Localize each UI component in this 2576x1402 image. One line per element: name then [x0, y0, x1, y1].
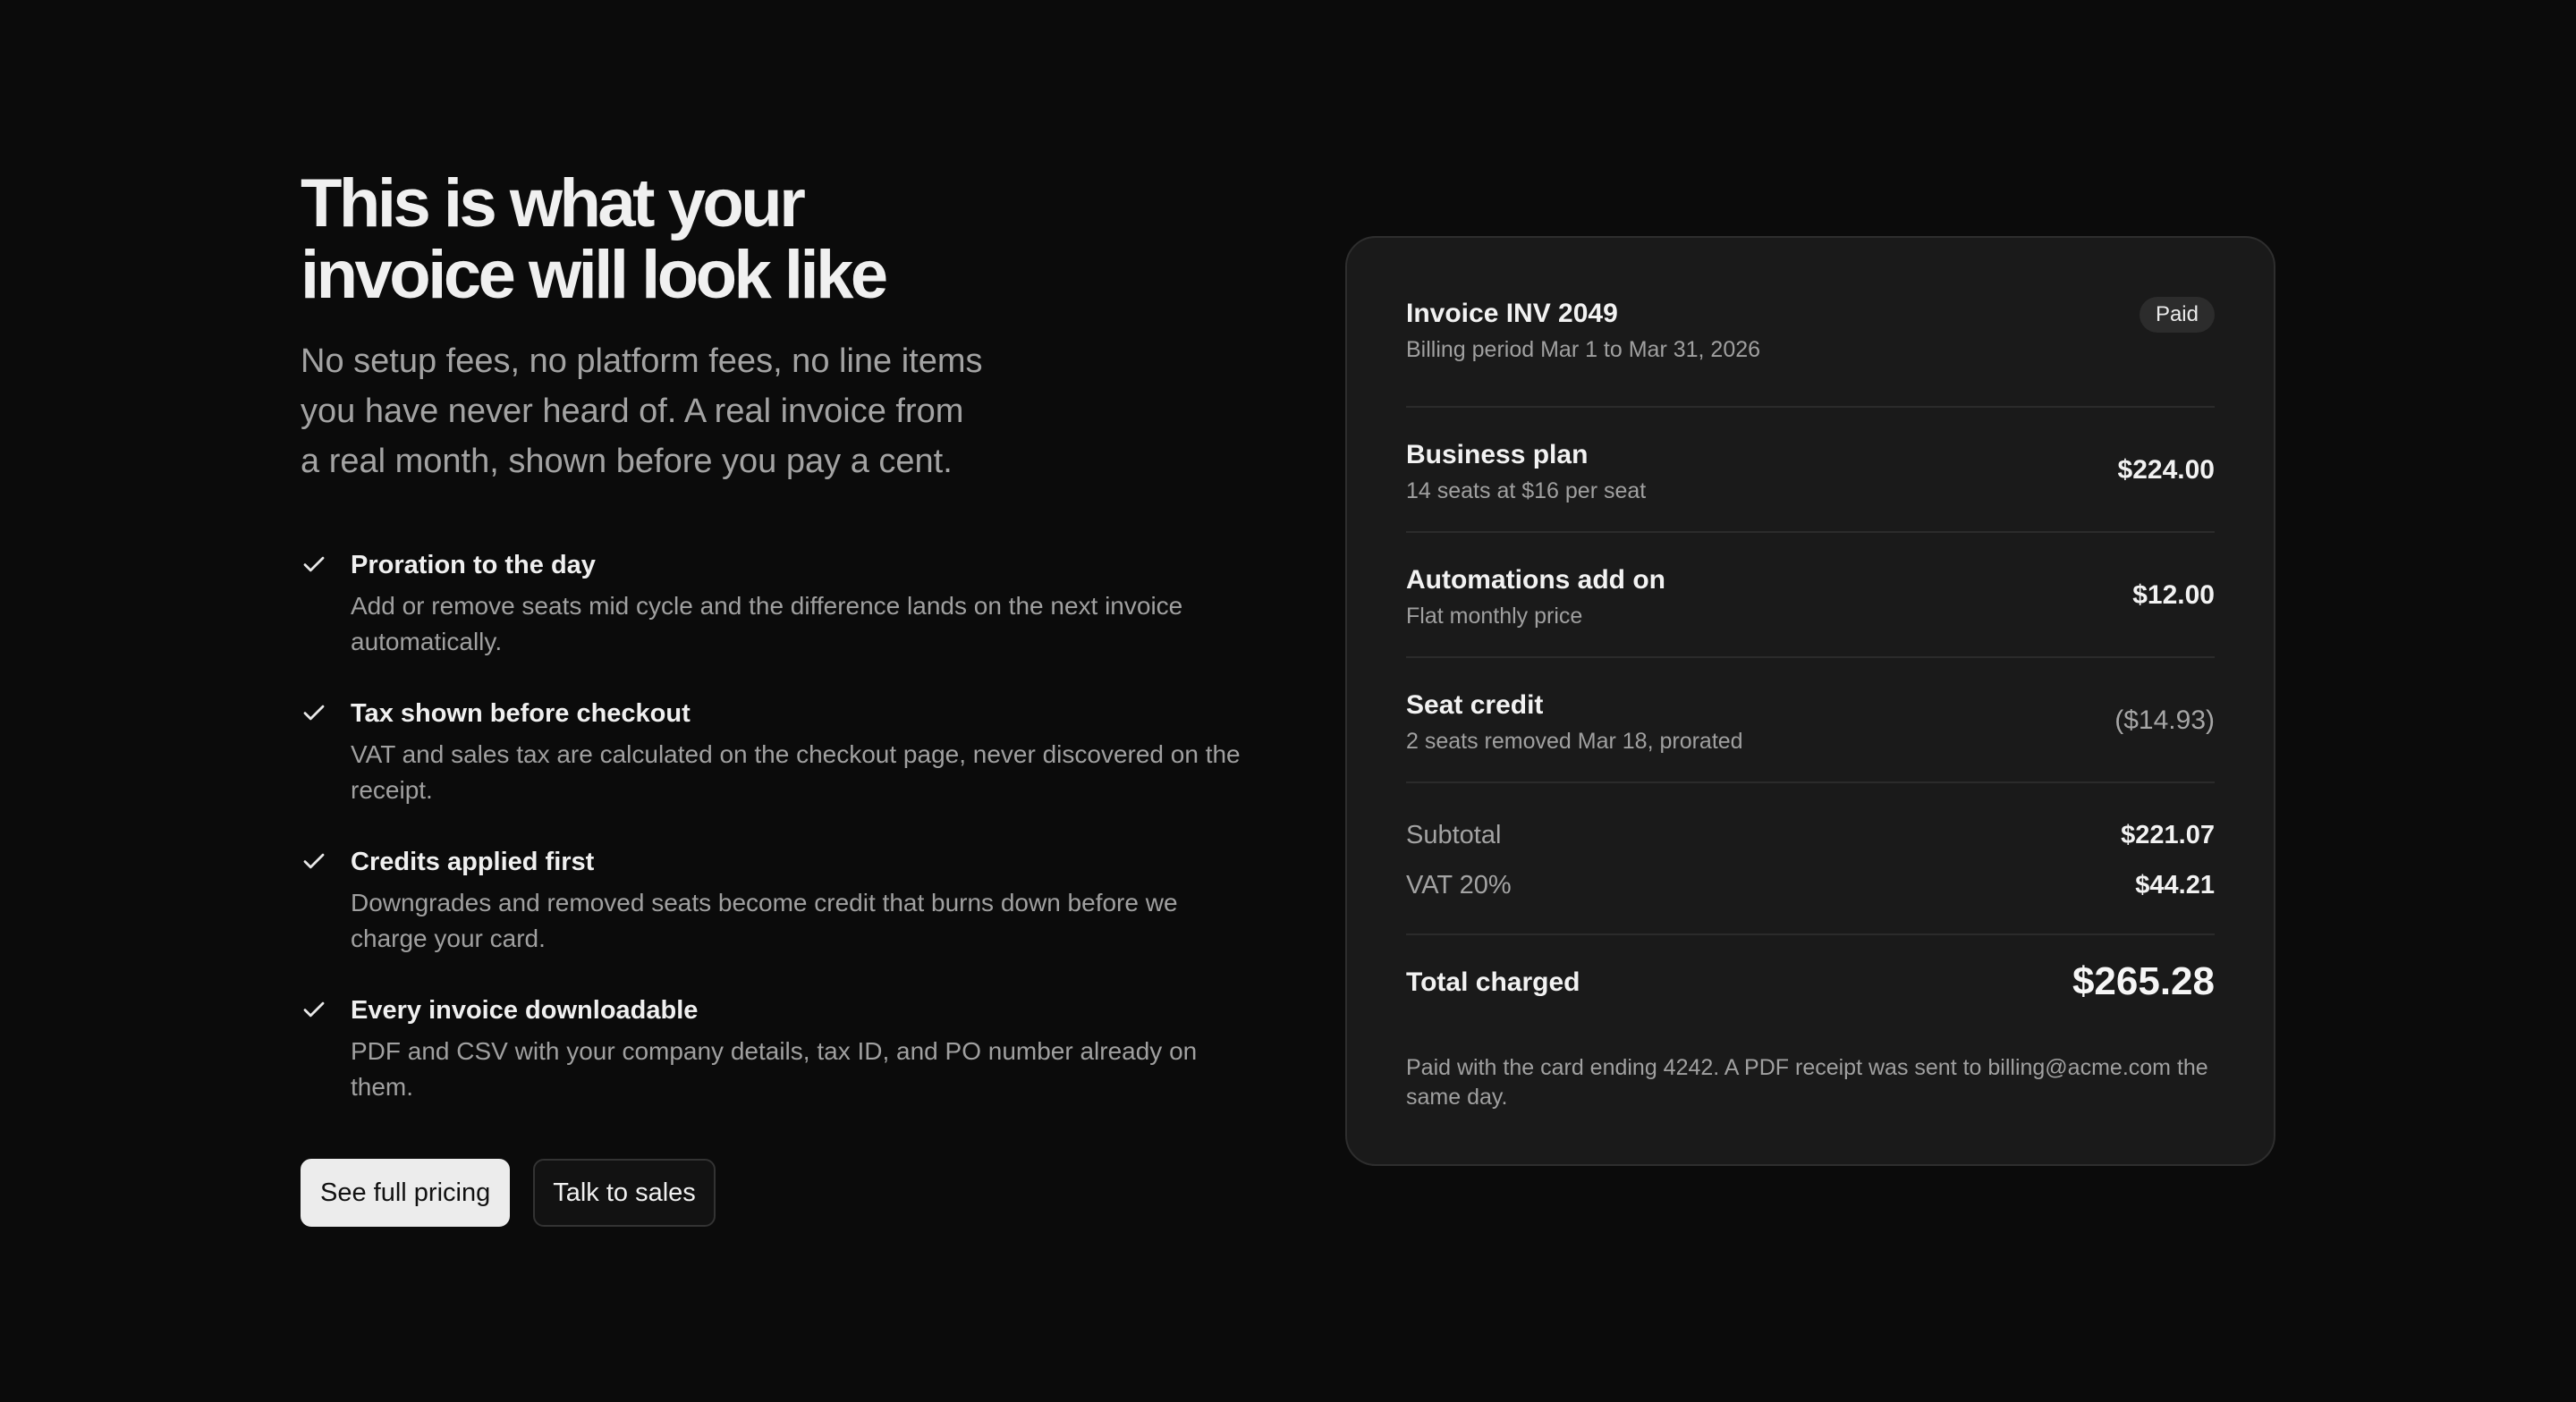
total-label: Total charged [1406, 967, 1580, 997]
line-item-detail: 2 seats removed Mar 18, prorated [1406, 729, 1743, 754]
status-badge: Paid [2139, 297, 2215, 333]
invoice-card: Invoice INV 2049 Billing period Mar 1 to… [1345, 236, 2275, 1166]
line-item-business-plan: Business plan 14 seats at $16 per seat $… [1406, 408, 2215, 533]
check-icon [303, 705, 325, 721]
check-icon [303, 1001, 325, 1018]
line-item-automations: Automations add on Flat monthly price $1… [1406, 533, 2215, 658]
line-item-detail: Flat monthly price [1406, 604, 1583, 629]
headline-line-2: invoice will look like [301, 237, 888, 313]
line-item-name: Business plan [1406, 440, 1589, 469]
tax-row: VAT 20% $44.21 [1406, 860, 2215, 910]
feature-title: Credits applied first [351, 848, 595, 876]
line-item-detail: 14 seats at $16 per seat [1406, 478, 1647, 503]
feature-title: Every invoice downloadable [351, 996, 699, 1025]
line-item-name: Automations add on [1406, 565, 1665, 595]
subhead-line-3: a real month, shown before you pay a cen… [301, 443, 953, 480]
line-item-seat-credit: Seat credit 2 seats removed Mar 18, pror… [1406, 658, 2215, 783]
hero-section: This is what your invoice will look like… [301, 168, 1267, 1227]
cta-group: See full pricing Talk to sales [301, 1159, 1267, 1227]
check-icon [303, 556, 325, 572]
tax-label: VAT 20% [1406, 871, 1512, 899]
billing-period: Billing period Mar 1 to Mar 31, 2026 [1406, 337, 1761, 362]
subhead-line-1: No setup fees, no platform fees, no line… [301, 342, 983, 380]
total-row: Total charged $265.28 [1406, 935, 2215, 1028]
line-item-name: Seat credit [1406, 690, 1544, 720]
see-full-pricing-button[interactable]: See full pricing [301, 1159, 511, 1227]
feature-item-downloadable: Every invoice downloadable PDF and CSV w… [301, 994, 1267, 1105]
subtotal-label: Subtotal [1406, 821, 1502, 849]
feature-item-tax: Tax shown before checkout VAT and sales … [301, 697, 1267, 808]
feature-description: Downgrades and removed seats become cred… [351, 889, 1178, 952]
subtotal-row: Subtotal $221.07 [1406, 810, 2215, 860]
talk-to-sales-button[interactable]: Talk to sales [533, 1159, 716, 1227]
subtotal-value: $221.07 [2121, 821, 2215, 849]
invoice-title: Invoice INV 2049 [1406, 299, 1618, 328]
feature-title: Proration to the day [351, 551, 596, 579]
headline-line-1: This is what your [301, 165, 806, 241]
line-item-amount: $224.00 [2117, 455, 2215, 485]
invoice-header: Invoice INV 2049 Billing period Mar 1 to… [1406, 297, 2215, 408]
feature-description: VAT and sales tax are calculated on the … [351, 740, 1241, 804]
invoice-summary: Subtotal $221.07 VAT 20% $44.21 [1406, 783, 2215, 935]
subheading: No setup fees, no platform fees, no line… [301, 336, 1016, 486]
page-title: This is what your invoice will look like [301, 168, 1267, 311]
tax-value: $44.21 [2135, 871, 2215, 899]
payment-footnote: Paid with the card ending 4242. A PDF re… [1406, 1055, 2208, 1110]
feature-list: Proration to the day Add or remove seats… [301, 549, 1267, 1105]
feature-title: Tax shown before checkout [351, 699, 691, 728]
check-icon [303, 853, 325, 869]
feature-description: Add or remove seats mid cycle and the di… [351, 592, 1183, 655]
line-item-amount: $12.00 [2132, 580, 2215, 610]
line-item-amount: ($14.93) [2114, 705, 2215, 735]
subhead-line-2: you have never heard of. A real invoice … [301, 393, 964, 430]
feature-item-proration: Proration to the day Add or remove seats… [301, 549, 1267, 660]
total-value: $265.28 [2072, 959, 2215, 1003]
feature-description: PDF and CSV with your company details, t… [351, 1037, 1198, 1101]
feature-item-credits: Credits applied first Downgrades and rem… [301, 846, 1267, 957]
